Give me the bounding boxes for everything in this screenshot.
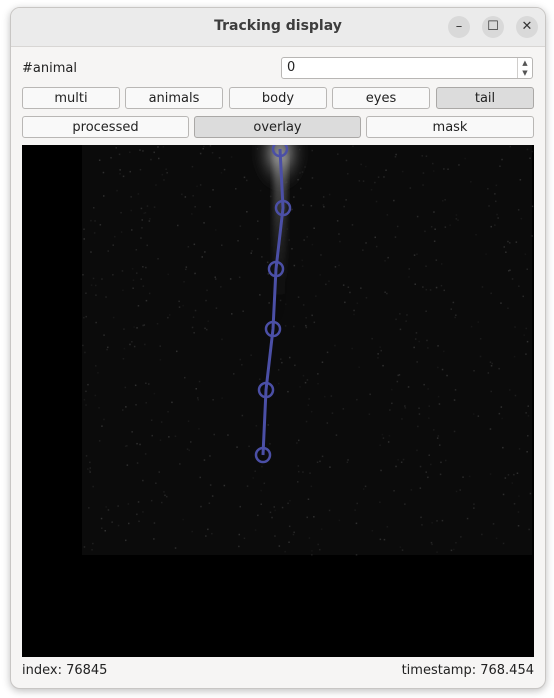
index-value: 76845 bbox=[66, 663, 108, 678]
minimize-icon[interactable]: – bbox=[448, 16, 470, 38]
eyes-button[interactable]: eyes bbox=[332, 87, 430, 109]
noise-region bbox=[82, 145, 532, 555]
spin-up-icon[interactable]: ▲ bbox=[518, 58, 532, 68]
timestamp-value: 768.454 bbox=[480, 663, 534, 678]
animal-spinbox[interactable]: 0 ▲ ▼ bbox=[281, 57, 533, 79]
title-bar[interactable]: Tracking display – ☐ ✕ bbox=[11, 8, 545, 47]
tracking-display-window: Tracking display – ☐ ✕ #animal 0 ▲ ▼ mul… bbox=[10, 7, 546, 689]
timestamp-status: timestamp: 768.454 bbox=[402, 663, 534, 678]
timestamp-label: timestamp: bbox=[401, 663, 477, 678]
tail-button[interactable]: tail bbox=[436, 87, 534, 109]
tracking-overlay bbox=[82, 145, 534, 556]
close-icon[interactable]: ✕ bbox=[516, 16, 538, 38]
animal-value[interactable]: 0 bbox=[287, 60, 295, 75]
multi-button[interactable]: multi bbox=[22, 87, 120, 109]
overlay-button[interactable]: overlay bbox=[194, 116, 361, 138]
body-button[interactable]: body bbox=[229, 87, 327, 109]
animal-label: #animal bbox=[22, 61, 77, 76]
index-label: index: bbox=[22, 663, 62, 678]
spin-down-icon[interactable]: ▼ bbox=[518, 68, 532, 78]
maximize-icon[interactable]: ☐ bbox=[482, 16, 504, 38]
index-status: index: 76845 bbox=[22, 663, 107, 678]
mask-button[interactable]: mask bbox=[366, 116, 534, 138]
tracking-view[interactable] bbox=[22, 145, 534, 657]
animals-button[interactable]: animals bbox=[125, 87, 223, 109]
spin-arrows[interactable]: ▲ ▼ bbox=[517, 58, 532, 78]
processed-button[interactable]: processed bbox=[22, 116, 189, 138]
